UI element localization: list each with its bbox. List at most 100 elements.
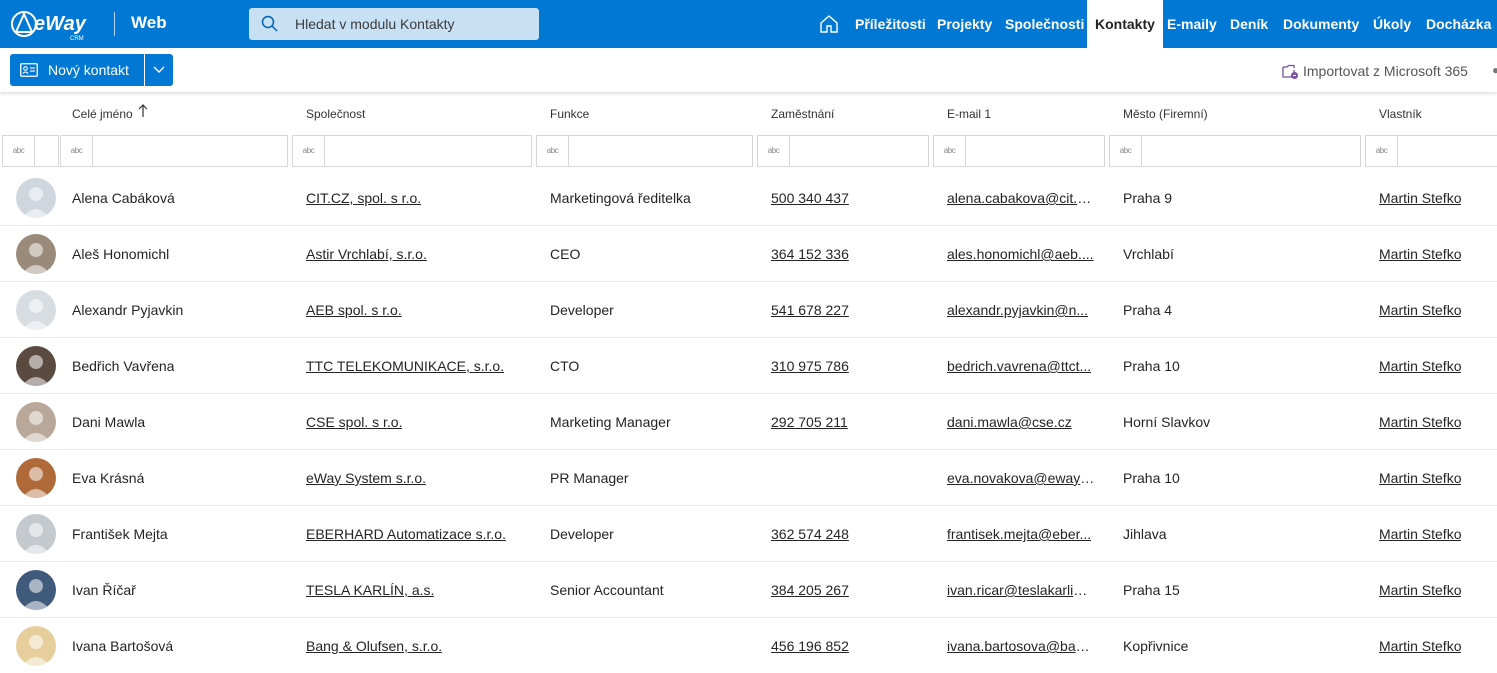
- cell-email[interactable]: bedrich.vavrena@ttct...: [947, 358, 1091, 374]
- table-row[interactable]: Ivan Říčař TESLA KARLÍN, a.s. Senior Accou…: [0, 562, 1497, 618]
- avatar[interactable]: [16, 514, 56, 554]
- table-row[interactable]: Aleš Honomichl Astir Vrchlabí, s.r.o. CEO 3…: [0, 226, 1497, 282]
- filter-name[interactable]: abc: [60, 135, 288, 167]
- cell-company[interactable]: Astir Vrchlabí, s.r.o.: [306, 246, 427, 262]
- cell-owner[interactable]: Martin Stefko: [1379, 190, 1461, 206]
- new-contact-button[interactable]: Nový kontakt: [10, 54, 144, 86]
- avatar[interactable]: [16, 570, 56, 610]
- nav-kontakty[interactable]: Kontakty: [1087, 0, 1163, 48]
- cell-phone[interactable]: 364 152 336: [771, 246, 849, 262]
- nav-dochazka[interactable]: Docházka: [1419, 0, 1497, 48]
- cell-email[interactable]: alexandr.pyjavkin@n...: [947, 302, 1088, 318]
- cell-email[interactable]: alena.cabakova@cit.c...: [947, 190, 1095, 206]
- search-input[interactable]: [295, 8, 535, 40]
- column-header-phone[interactable]: Zaměstnání: [771, 107, 834, 121]
- avatar[interactable]: [16, 290, 56, 330]
- cell-email[interactable]: ivan.ricar@teslakarlin....: [947, 582, 1095, 598]
- column-header-company[interactable]: Společnost: [306, 107, 365, 121]
- filter-company[interactable]: abc: [292, 135, 532, 167]
- avatar[interactable]: [16, 626, 56, 666]
- filter-function-input[interactable]: [570, 136, 750, 166]
- column-header-name[interactable]: Celé jméno: [72, 107, 133, 121]
- cell-owner[interactable]: Martin Stefko: [1379, 582, 1461, 598]
- column-header-owner[interactable]: Vlastník: [1379, 107, 1422, 121]
- filter-company-input[interactable]: [326, 136, 526, 166]
- cell-phone[interactable]: 362 574 248: [771, 526, 849, 542]
- cell-function: CEO: [550, 246, 581, 262]
- cell-company[interactable]: eWay System s.r.o.: [306, 470, 426, 486]
- cell-email[interactable]: frantisek.mejta@eber...: [947, 526, 1091, 542]
- cell-city: Vrchlabí: [1123, 246, 1174, 262]
- column-header-city[interactable]: Město (Firemní): [1123, 107, 1208, 121]
- cell-email[interactable]: ales.honomichl@aeb....: [947, 246, 1094, 262]
- cell-email[interactable]: dani.mawla@cse.cz: [947, 414, 1072, 430]
- more-icon[interactable]: ●: [1492, 63, 1497, 77]
- avatar[interactable]: [16, 458, 56, 498]
- table-row[interactable]: František Mejta EBERHARD Automatizace s.r…: [0, 506, 1497, 562]
- column-header-email[interactable]: E-mail 1: [947, 107, 991, 121]
- cell-phone[interactable]: 384 205 267: [771, 582, 849, 598]
- nav-ukoly[interactable]: Úkoly: [1366, 0, 1418, 48]
- table-row[interactable]: Alena Cabáková CIT.CZ, spol. s r.o. Market…: [0, 170, 1497, 226]
- cell-company[interactable]: EBERHARD Automatizace s.r.o.: [306, 526, 506, 542]
- table-row[interactable]: Bedřich Vavřena TTC TELEKOMUNIKACE, s.r.o…: [0, 338, 1497, 394]
- new-contact-dropdown-button[interactable]: [145, 54, 173, 86]
- cell-company[interactable]: AEB spol. s r.o.: [306, 302, 402, 318]
- filter-city-input[interactable]: [1143, 136, 1358, 166]
- cell-function: Marketing Manager: [550, 414, 671, 430]
- cell-owner[interactable]: Martin Stefko: [1379, 470, 1461, 486]
- cell-phone[interactable]: 310 975 786: [771, 358, 849, 374]
- cell-phone[interactable]: 292 705 211: [771, 414, 848, 430]
- table-row[interactable]: Dani Mawla CSE spol. s r.o. Marketing Mana…: [0, 394, 1497, 450]
- nav-projekty[interactable]: Projekty: [930, 0, 999, 48]
- cell-name: Aleš Honomichl: [72, 246, 170, 262]
- nav-spolecnosti[interactable]: Společnosti: [998, 0, 1091, 48]
- nav-denik[interactable]: Deník: [1223, 0, 1275, 48]
- nav-prilezitosti[interactable]: Příležitosti: [848, 0, 933, 48]
- avatar[interactable]: [16, 346, 56, 386]
- text-filter-icon: abc: [934, 136, 966, 166]
- filter-owner[interactable]: abc: [1365, 135, 1497, 167]
- avatar[interactable]: [16, 234, 56, 274]
- logo-sub: CRM: [70, 36, 84, 42]
- cell-owner[interactable]: Martin Stefko: [1379, 638, 1461, 654]
- cell-function: Developer: [550, 302, 614, 318]
- filter-email-input[interactable]: [967, 136, 1102, 166]
- nav-emaily[interactable]: E-maily: [1160, 0, 1224, 48]
- cell-phone[interactable]: 541 678 227: [771, 302, 849, 318]
- filter-email[interactable]: abc: [933, 135, 1105, 167]
- table-row[interactable]: Alexandr Pyjavkin AEB spol. s r.o. Develop…: [0, 282, 1497, 338]
- filter-avatar[interactable]: abc: [2, 135, 59, 167]
- filter-owner-input[interactable]: [1399, 136, 1497, 166]
- cell-name: František Mejta: [72, 526, 168, 542]
- cell-company[interactable]: CSE spol. s r.o.: [306, 414, 402, 430]
- search-box[interactable]: [249, 8, 539, 40]
- cell-phone[interactable]: 500 340 437: [771, 190, 849, 206]
- cell-phone[interactable]: 456 196 852: [771, 638, 849, 654]
- filter-phone[interactable]: abc: [757, 135, 929, 167]
- filter-city[interactable]: abc: [1109, 135, 1361, 167]
- eway-logo[interactable]: eWay CRM: [10, 6, 90, 42]
- filter-function[interactable]: abc: [536, 135, 753, 167]
- nav-dokumenty[interactable]: Dokumenty: [1276, 0, 1366, 48]
- filter-name-input[interactable]: [94, 136, 284, 166]
- column-header-function[interactable]: Funkce: [550, 107, 589, 121]
- cell-owner[interactable]: Martin Stefko: [1379, 526, 1461, 542]
- cell-company[interactable]: CIT.CZ, spol. s r.o.: [306, 190, 421, 206]
- home-icon[interactable]: [817, 12, 841, 36]
- table-row[interactable]: Ivana Bartošová Bang & Olufsen, s.r.o. 456…: [0, 618, 1497, 673]
- cell-email[interactable]: eva.novakova@eway-...: [947, 470, 1095, 486]
- cell-company[interactable]: TTC TELEKOMUNIKACE, s.r.o.: [306, 358, 504, 374]
- cell-owner[interactable]: Martin Stefko: [1379, 246, 1461, 262]
- cell-email[interactable]: ivana.bartosova@ban...: [947, 638, 1095, 654]
- table-row[interactable]: Eva Krásná eWay System s.r.o. PR Manager ev…: [0, 450, 1497, 506]
- cell-owner[interactable]: Martin Stefko: [1379, 414, 1461, 430]
- cell-owner[interactable]: Martin Stefko: [1379, 302, 1461, 318]
- filter-phone-input[interactable]: [791, 136, 926, 166]
- avatar[interactable]: [16, 178, 56, 218]
- cell-owner[interactable]: Martin Stefko: [1379, 358, 1461, 374]
- import-m365-button[interactable]: Importovat z Microsoft 365: [1281, 62, 1468, 80]
- cell-company[interactable]: TESLA KARLÍN, a.s.: [306, 582, 434, 598]
- avatar[interactable]: [16, 402, 56, 442]
- cell-company[interactable]: Bang & Olufsen, s.r.o.: [306, 638, 442, 654]
